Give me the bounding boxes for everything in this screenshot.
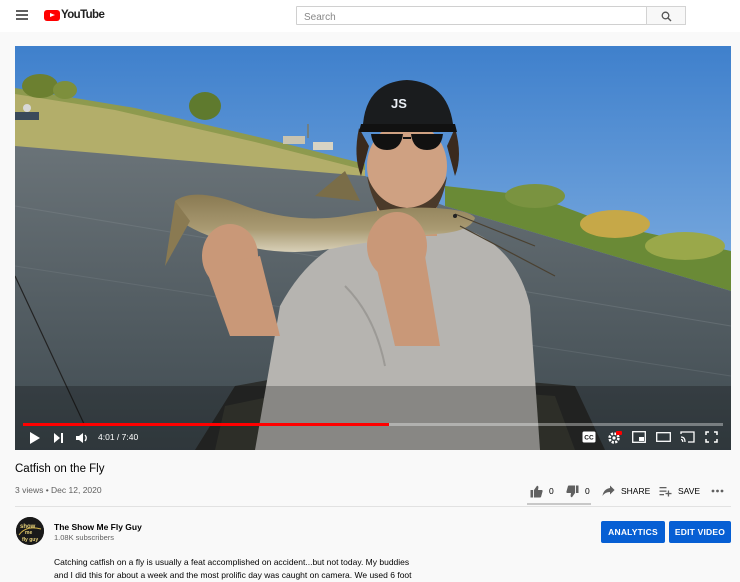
search-input[interactable]	[297, 9, 646, 26]
youtube-play-icon	[44, 9, 60, 21]
add-to-playlist-icon	[659, 486, 672, 496]
video-description: Catching catfish on a fly is usually a f…	[54, 556, 434, 582]
cast-icon[interactable]	[680, 431, 695, 443]
thumbs-up-icon	[530, 485, 543, 497]
search-button[interactable]	[646, 6, 686, 25]
miniplayer-icon[interactable]	[632, 431, 646, 443]
description-line: Catching catfish on a fly is usually a f…	[54, 557, 410, 567]
sentiment-bar	[527, 503, 591, 505]
channel-avatar[interactable]: show me fly guy	[16, 517, 44, 545]
next-icon[interactable]	[53, 431, 64, 445]
search-icon	[661, 11, 672, 22]
more-actions-button[interactable]	[711, 480, 724, 502]
settings-icon[interactable]	[607, 431, 622, 445]
like-count: 0	[549, 486, 554, 496]
theater-mode-icon[interactable]	[656, 431, 671, 443]
masthead: YouTube	[0, 0, 740, 32]
svg-text:fly guy: fly guy	[22, 537, 38, 543]
save-label: SAVE	[678, 486, 701, 496]
player-controls: 4:01 / 7:40 CC	[15, 428, 731, 450]
dislike-count: 0	[585, 486, 590, 496]
time-display: 4:01 / 7:40	[98, 432, 139, 442]
dislike-button[interactable]: 0	[566, 480, 590, 502]
volume-icon[interactable]	[75, 431, 89, 445]
progress-played	[23, 423, 390, 426]
more-horizontal-icon	[711, 489, 724, 493]
share-icon	[602, 485, 615, 496]
svg-text:CC: CC	[584, 435, 594, 442]
fullscreen-icon[interactable]	[705, 431, 718, 443]
channel-logo: show me fly guy	[16, 517, 44, 545]
channel-name[interactable]: The Show Me Fly Guy	[54, 522, 142, 532]
subscriber-count: 1.08K subscribers	[54, 533, 115, 542]
youtube-logo[interactable]: YouTube	[44, 9, 105, 21]
progress-bar[interactable]	[23, 423, 723, 426]
description-line: and I did this for about a week and the …	[54, 570, 412, 580]
share-button[interactable]: SHARE	[602, 480, 650, 502]
like-button[interactable]: 0	[530, 480, 554, 502]
analytics-button[interactable]: ANALYTICS	[601, 521, 665, 543]
save-button[interactable]: SAVE	[659, 480, 700, 502]
hamburger-menu-icon[interactable]	[16, 10, 28, 20]
video-actions: 0 0 SHARE SAVE	[0, 480, 740, 502]
video-frame: JS	[15, 46, 731, 450]
edit-video-button[interactable]: EDIT VIDEO	[669, 521, 731, 543]
cap-logo-text: JS	[391, 96, 407, 111]
video-player[interactable]: JS 4:01 / 7:40 CC	[15, 46, 731, 450]
thumbs-down-icon	[566, 485, 579, 497]
play-icon[interactable]	[29, 431, 41, 445]
captions-icon[interactable]: CC	[582, 431, 596, 443]
video-title: Catfish on the Fly	[15, 463, 105, 475]
share-label: SHARE	[621, 486, 651, 496]
svg-text:me: me	[25, 530, 32, 536]
logo-text: YouTube	[61, 9, 105, 21]
divider	[15, 506, 731, 507]
search-box	[296, 6, 647, 26]
